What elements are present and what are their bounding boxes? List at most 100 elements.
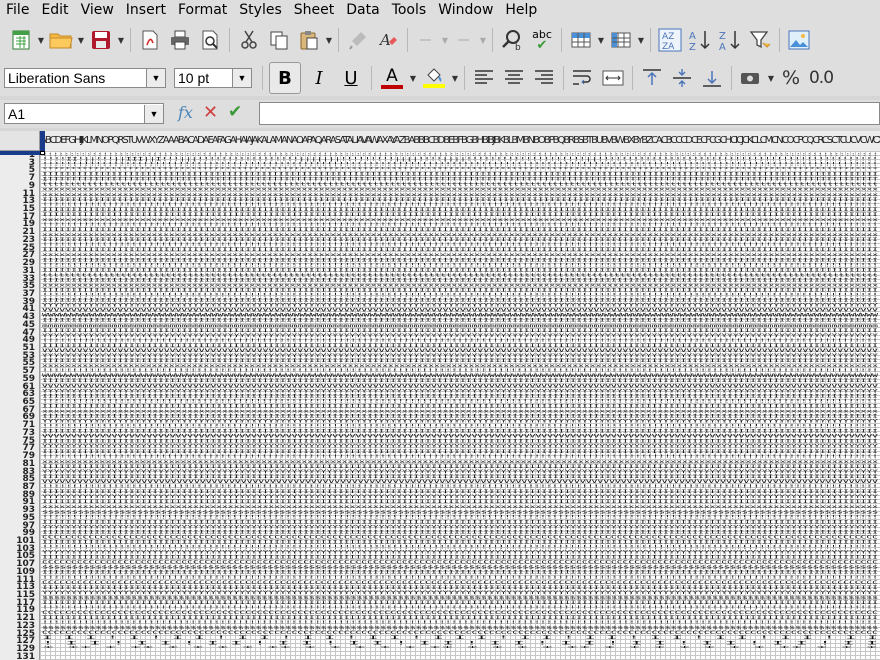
formula-input[interactable] xyxy=(259,102,880,125)
standard-toolbar: ▼ ▼ ▼ ▼ A ▼ ▼ b abc ✔ ▼ ▼ AZ ZA A Z Z A xyxy=(0,20,880,60)
sort-ascending-icon[interactable]: AZ xyxy=(687,27,713,53)
row-headers[interactable]: 1 3 5 7 9 11 13 15 17 19 21 23 25 27 29 31 33 35 37 39 41 43 4… xyxy=(0,151,40,660)
highlight-button[interactable] xyxy=(420,65,448,91)
menu-data[interactable]: Data xyxy=(340,0,385,20)
row-icon[interactable] xyxy=(568,27,594,53)
select-all-corner[interactable] xyxy=(0,131,40,151)
highlight-dropdown-icon[interactable]: ▼ xyxy=(450,65,460,91)
toolbar-separator xyxy=(464,66,465,90)
open-folder-icon[interactable] xyxy=(48,27,74,53)
clone-formatting-icon[interactable] xyxy=(345,27,371,53)
svg-text:AZ: AZ xyxy=(662,32,674,42)
new-dropdown-icon[interactable]: ▼ xyxy=(36,27,46,53)
align-center-icon[interactable] xyxy=(501,65,527,91)
font-color-dropdown-icon[interactable]: ▼ xyxy=(408,65,418,91)
align-top-icon[interactable] xyxy=(639,65,665,91)
highlight-swatch xyxy=(423,84,445,88)
cancel-icon[interactable]: ✕ xyxy=(203,102,218,123)
clear-formatting-icon[interactable]: A xyxy=(375,27,401,53)
chevron-down-icon[interactable]: ▼ xyxy=(144,104,163,123)
find-replace-icon[interactable]: b xyxy=(499,27,525,53)
currency-format-icon[interactable] xyxy=(738,65,764,91)
print-preview-icon[interactable] xyxy=(197,27,223,53)
number-format-button[interactable]: 0.0 xyxy=(808,65,834,91)
menu-edit[interactable]: Edit xyxy=(35,0,74,20)
export-pdf-icon[interactable] xyxy=(137,27,163,53)
check-mark-icon: ✔ xyxy=(536,37,548,53)
column-icon[interactable] xyxy=(608,27,634,53)
save-icon[interactable] xyxy=(88,27,114,53)
toolbar-separator xyxy=(563,66,564,90)
selected-row-indicator xyxy=(0,151,40,155)
autofilter-icon[interactable] xyxy=(747,27,773,53)
toolbar-separator xyxy=(731,66,732,90)
undo-dropdown-icon[interactable]: ▼ xyxy=(440,27,450,53)
chevron-down-icon[interactable]: ▼ xyxy=(232,69,251,87)
menu-help[interactable]: Help xyxy=(499,0,543,20)
toolbar-separator xyxy=(338,28,339,52)
menu-styles[interactable]: Styles xyxy=(233,0,287,20)
menu-window[interactable]: Window xyxy=(432,0,499,20)
percent-format-button[interactable]: % xyxy=(778,65,804,91)
function-wizard-icon[interactable]: fx xyxy=(178,103,193,122)
svg-text:ZA: ZA xyxy=(662,42,675,52)
sort-icon[interactable]: AZ ZA xyxy=(657,27,683,53)
new-spreadsheet-icon[interactable] xyxy=(8,27,34,53)
column-dropdown-icon[interactable]: ▼ xyxy=(636,27,646,53)
save-dropdown-icon[interactable]: ▼ xyxy=(116,27,126,53)
redo-dropdown-icon[interactable]: ▼ xyxy=(478,27,488,53)
sort-descending-icon[interactable]: ZA xyxy=(717,27,743,53)
chevron-down-icon[interactable]: ▼ xyxy=(146,69,165,87)
font-size-box[interactable]: 10 pt ▼ xyxy=(174,68,252,88)
toolbar-separator xyxy=(492,28,493,52)
font-name-box[interactable]: Liberation Sans ▼ xyxy=(4,68,166,88)
open-dropdown-icon[interactable]: ▼ xyxy=(76,27,86,53)
menu-tools[interactable]: Tools xyxy=(386,0,433,20)
font-color-label: A xyxy=(386,66,398,86)
merge-cells-icon[interactable] xyxy=(600,65,626,91)
menu-file[interactable]: File xyxy=(0,0,35,20)
spelling-icon[interactable]: abc ✔ xyxy=(529,27,555,53)
svg-text:A: A xyxy=(719,42,726,52)
menu-view[interactable]: View xyxy=(75,0,120,20)
row-dropdown-icon[interactable]: ▼ xyxy=(596,27,606,53)
decimal-label: 0.0 xyxy=(808,68,834,88)
name-box-value: A1 xyxy=(8,105,26,122)
selected-column-indicator xyxy=(40,131,45,151)
font-size-value: 10 pt xyxy=(178,70,210,86)
center-vertically-icon[interactable] xyxy=(669,65,695,91)
name-box[interactable]: A1 ▼ xyxy=(4,103,164,124)
row-number[interactable]: 131 xyxy=(16,652,35,660)
underline-button[interactable]: U xyxy=(337,65,365,91)
align-left-icon[interactable] xyxy=(471,65,497,91)
formula-bar: A1 ▼ fx ✕ ✔ xyxy=(0,100,880,128)
menu-format[interactable]: Format xyxy=(172,0,233,20)
bold-button[interactable]: B xyxy=(269,62,301,94)
column-headers[interactable]: ABCDEFGHIJKLMNOPQRSTUVWXYZAAABACADAEAFAG… xyxy=(40,131,880,152)
wrap-text-icon[interactable] xyxy=(570,65,596,91)
svg-text:Z: Z xyxy=(719,31,726,42)
insert-image-icon[interactable] xyxy=(786,27,812,53)
paste-dropdown-icon[interactable]: ▼ xyxy=(324,27,334,53)
align-bottom-icon[interactable] xyxy=(699,65,725,91)
undo-icon[interactable] xyxy=(414,27,438,53)
menu-sheet[interactable]: Sheet xyxy=(288,0,340,20)
print-icon[interactable] xyxy=(167,27,193,53)
currency-dropdown-icon[interactable]: ▼ xyxy=(766,65,776,91)
toolbar-separator xyxy=(779,28,780,52)
cut-icon[interactable] xyxy=(236,27,262,53)
toolbar-separator xyxy=(371,66,372,90)
toolbar-separator xyxy=(130,28,131,52)
font-color-button[interactable]: A xyxy=(378,65,406,91)
redo-icon[interactable] xyxy=(452,27,476,53)
menu-insert[interactable]: Insert xyxy=(120,0,172,20)
cell-area[interactable]: ::::::::::::::::::::::::::::::::::::::::… xyxy=(40,151,880,660)
copy-icon[interactable] xyxy=(266,27,292,53)
italic-label: I xyxy=(315,67,323,89)
align-right-icon[interactable] xyxy=(531,65,557,91)
italic-button[interactable]: I xyxy=(305,65,333,91)
cell-text-row: * ** * ** * * * * ** * * * * * ** * * * … xyxy=(42,645,880,650)
accept-icon[interactable]: ✔ xyxy=(228,102,242,122)
paste-icon[interactable] xyxy=(296,27,322,53)
cell-text-layer: ::::::::::::::::::::::::::::::::::::::::… xyxy=(42,151,880,650)
